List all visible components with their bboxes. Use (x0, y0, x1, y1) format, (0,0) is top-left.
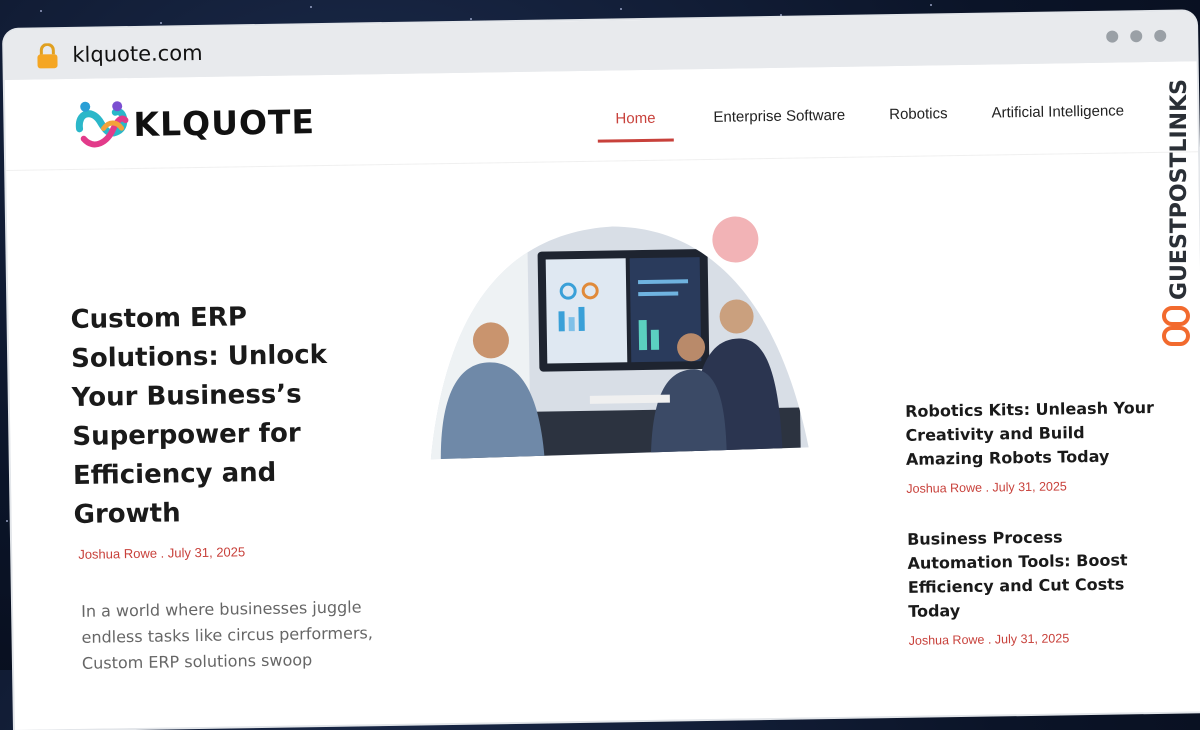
watermark-text: GUESTPOSTLINKS (1167, 79, 1192, 300)
site-logo[interactable]: KLQUOTE (73, 95, 315, 151)
hero-post-meta[interactable]: Joshua Rowe . July 31, 2025 (78, 544, 245, 562)
logo-figures-icon (75, 101, 129, 148)
nav-item-artificial-intelligence[interactable]: Artificial Intelligence (987, 88, 1128, 136)
sidebar-post-title[interactable]: Business Process Automation Tools: Boost… (907, 524, 1168, 624)
sidebar-post-title[interactable]: Robotics Kits: Unleash Your Creativity a… (905, 396, 1166, 472)
guestpostlinks-watermark: GUESTPOSTLINKS (1162, 79, 1192, 346)
lock-icon (37, 43, 58, 69)
sidebar-post-meta[interactable]: Joshua Rowe . July 31, 2025 (906, 478, 1166, 496)
sidebar-post-meta[interactable]: Joshua Rowe . July 31, 2025 (909, 630, 1169, 648)
nav-item-robotics[interactable]: Robotics (885, 91, 952, 138)
url-text[interactable]: klquote.com (72, 41, 203, 67)
browser-window: klquote.com KLQUOTE Home Enterprise Soft… (4, 11, 1200, 730)
sidebar-post[interactable]: Robotics Kits: Unleash Your Creativity a… (905, 396, 1166, 496)
window-dots-icon (1106, 29, 1167, 43)
nav-item-home[interactable]: Home (597, 95, 674, 143)
hero-post-excerpt: In a world where businesses juggle endle… (80, 597, 374, 673)
web-page: KLQUOTE Home Enterprise Software Robotic… (4, 61, 1200, 730)
nav-item-enterprise-software[interactable]: Enterprise Software (709, 93, 849, 141)
chain-link-icon (1162, 306, 1190, 346)
site-header: KLQUOTE Home Enterprise Software Robotic… (4, 61, 1199, 171)
hero-post-title[interactable]: Custom ERP Solutions: Unlock Your Busine… (70, 296, 364, 535)
main-nav: Home Enterprise Software Robotics Artifi… (597, 88, 1128, 143)
logo-text: KLQUOTE (133, 101, 316, 144)
sidebar-post[interactable]: Business Process Automation Tools: Boost… (907, 524, 1169, 648)
